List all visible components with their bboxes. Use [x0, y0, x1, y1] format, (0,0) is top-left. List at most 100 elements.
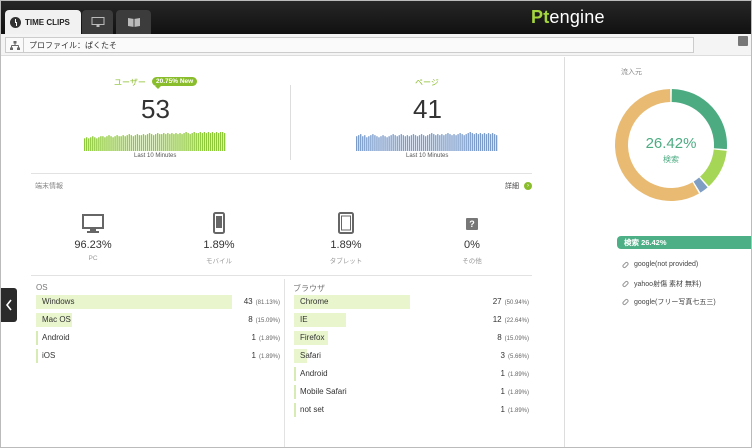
sparkline-bar [457, 134, 459, 151]
sparkline-bar [187, 133, 189, 151]
os-row[interactable]: Android 1 (1.89%) [36, 331, 280, 345]
users-caption: Last 10 Minutes [134, 153, 177, 159]
browser-row[interactable]: Safari 3 (5.66%) [294, 349, 529, 363]
sparkline-bar [406, 135, 409, 151]
os-row[interactable]: iOS 1 (1.89%) [36, 349, 280, 363]
sparkline-bar [144, 135, 147, 151]
percent-value: (5.66%) [507, 354, 529, 360]
count-value: 1 [251, 333, 256, 342]
sparkline-bar [479, 133, 482, 151]
sparkline-bar [475, 133, 478, 151]
sparkline-bar [122, 135, 124, 151]
new-users-badge: 20.75% New [152, 77, 198, 89]
sparkline-bar [459, 133, 461, 151]
sparkline-bar [209, 133, 212, 151]
users-value: 53 [141, 94, 170, 124]
tab-book[interactable] [116, 10, 151, 34]
source-item[interactable]: yahoo射傷 素材 無料) [621, 279, 701, 289]
selected-source[interactable]: 検索 26.42% [617, 236, 751, 249]
divider [284, 279, 285, 447]
donut-center-label: 検索 [663, 155, 679, 164]
browser-row[interactable]: Android 1 (1.89%) [294, 367, 529, 381]
logo-suffix: engine [549, 7, 605, 27]
os-row[interactable]: Mac OS 8 (15.09%) [36, 313, 280, 327]
count-value: 8 [248, 315, 253, 324]
os-row[interactable]: Windows 43 (81.13%) [36, 295, 280, 309]
sparkline-bar [495, 135, 498, 151]
tab-screen[interactable] [82, 10, 113, 34]
sparkline-bar [108, 135, 110, 151]
tab-time-clips-label: TIME CLIPS [25, 17, 70, 27]
sparkline-bar [169, 134, 171, 151]
sparkline-bar [382, 135, 384, 151]
sparkline-bar [106, 136, 108, 151]
count-value: 43 [243, 297, 253, 306]
browser-row[interactable]: not set 1 (1.89%) [294, 403, 529, 417]
browser-row[interactable]: IE 12 (22.64%) [294, 313, 529, 327]
profile-selector[interactable]: プロファイル：ぱくたそ [5, 37, 694, 53]
percent-value: (1.89%) [507, 408, 529, 414]
sparkline-bar [167, 133, 169, 151]
sparkline-bar [201, 133, 203, 151]
sparkline-bar [461, 134, 463, 151]
sparkline-bar [396, 136, 398, 151]
sparkline-bar [364, 135, 366, 151]
link-icon [621, 280, 630, 288]
row-marker [294, 385, 296, 399]
tab-time-clips[interactable]: TIME CLIPS [5, 10, 81, 34]
users-sparkline [84, 132, 226, 151]
browser-count: 3 (5.66%) [501, 351, 529, 360]
sparkline-bar [420, 134, 423, 151]
percent-value: (15.09%) [504, 336, 529, 342]
os-title: OS [36, 283, 48, 292]
browser-row[interactable]: Chrome 27 (50.94%) [294, 295, 529, 309]
row-marker [294, 367, 296, 381]
sparkline-bar [473, 134, 475, 151]
sparkline-bar [360, 134, 362, 151]
sparkline-bar [185, 132, 187, 151]
sparkline-bar [126, 135, 128, 151]
device-pc-pct: 96.23% [74, 239, 112, 251]
device-tablet: 1.89% タブレット [306, 210, 386, 265]
browser-row[interactable]: Mobile Safari 1 (1.89%) [294, 385, 529, 399]
sparkline-bar [205, 133, 208, 151]
browser-count: 1 (1.89%) [501, 369, 529, 378]
sparkline-bar [197, 133, 199, 151]
count-value: 3 [500, 351, 505, 360]
sparkline-bar [487, 133, 490, 151]
sparkline-bar [356, 136, 358, 151]
pages-sparkline [356, 132, 498, 151]
pages-caption: Last 10 Minutes [406, 153, 449, 159]
count-value: 27 [492, 297, 502, 306]
sitemap-icon [6, 38, 24, 52]
sparkline-bar [477, 134, 480, 151]
source-item[interactable]: google(not provided) [621, 260, 698, 269]
sparkline-bar [453, 134, 455, 151]
sparkline-bar [366, 137, 368, 151]
sparkline-bar [422, 135, 425, 151]
sparkline-bar [394, 135, 396, 151]
browser-title: ブラウザ [293, 284, 325, 293]
sparkline-bar [376, 136, 378, 151]
sparkline-bar [489, 134, 492, 151]
percent-value: (1.89%) [258, 354, 280, 360]
sparkline-bar [418, 135, 421, 151]
sparkline-bar [110, 136, 112, 151]
sparkline-bar [112, 137, 114, 151]
pages-value: 41 [413, 94, 442, 124]
sparkline-bar [380, 136, 382, 151]
sparkline-bar [412, 134, 415, 151]
row-marker [294, 403, 296, 417]
sparkline-bar [435, 135, 437, 151]
sidebar-toggle[interactable] [1, 288, 17, 322]
sparkline-bar [130, 135, 132, 151]
sparkline-bar [142, 134, 145, 151]
source-item[interactable]: google(フリー写真七五三) [621, 297, 716, 307]
os-name: Mac OS [42, 315, 71, 324]
browser-count: 12 (22.64%) [493, 315, 529, 324]
document-icon[interactable] [738, 36, 748, 46]
count-value: 1 [500, 405, 505, 414]
browser-row[interactable]: Firefox 8 (15.09%) [294, 331, 529, 345]
sparkline-bar [199, 132, 201, 151]
detail-link[interactable]: 詳細 › [505, 181, 532, 191]
